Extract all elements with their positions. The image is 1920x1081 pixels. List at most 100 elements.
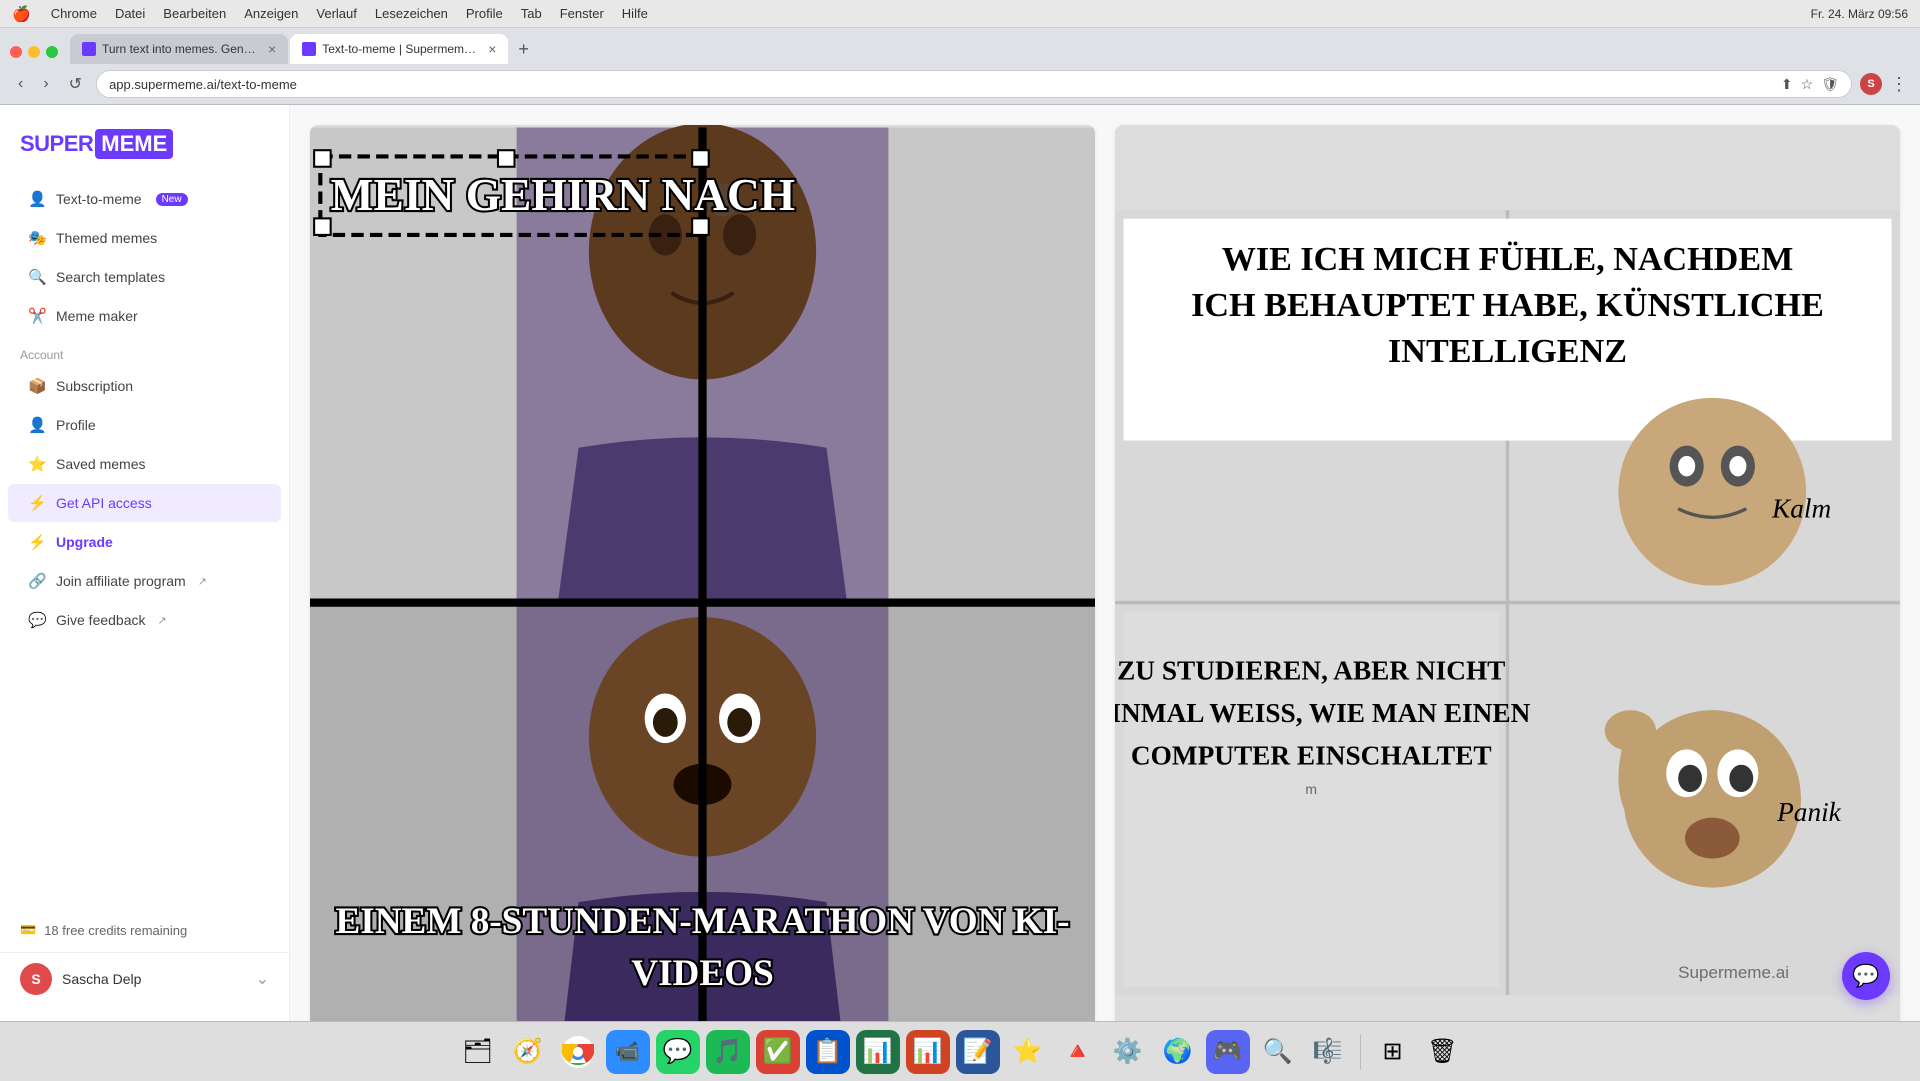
dock-search[interactable]: 🔍 [1256,1030,1300,1074]
svg-text:INTELLIGENZ: INTELLIGENZ [1388,333,1627,370]
menu-bearbeiten[interactable]: Bearbeiten [163,6,226,21]
themed-memes-label: Themed memes [56,230,157,246]
forward-btn[interactable]: › [37,71,54,97]
sidebar-item-get-api[interactable]: ⚡ Get API access [8,484,281,522]
svg-text:EINMAL WEISS, WIE MAN EINEN: EINMAL WEISS, WIE MAN EINEN [1115,698,1531,728]
new-badge: New [156,193,188,206]
dock-discord[interactable]: 🎮 [1206,1030,1250,1074]
meme2-svg: WIE ICH MICH FÜHLE, NACHDEM ICH BEHAUPTE… [1115,125,1900,1021]
svg-text:ᵐ: ᵐ [1305,781,1317,804]
dock-safari[interactable]: 🧭 [506,1030,550,1074]
menu-chrome[interactable]: Chrome [51,6,97,21]
sidebar-item-saved-memes[interactable]: ⭐ Saved memes [8,445,281,483]
extensions-icon[interactable]: ⋮ [1890,74,1908,95]
svg-text:Panik: Panik [1776,797,1842,827]
affiliate-icon: 🔗 [28,572,46,590]
dock-todoist[interactable]: ✅ [756,1030,800,1074]
dock-trello[interactable]: 📋 [806,1030,850,1074]
mac-titlebar: 🍎 Chrome Datei Bearbeiten Anzeigen Verla… [0,0,1920,28]
dock-drive[interactable]: 🔺 [1056,1030,1100,1074]
tab2-close-btn[interactable]: × [488,41,496,57]
svg-text:COMPUTER EINSCHALTET: COMPUTER EINSCHALTET [1131,741,1492,771]
dock-starred[interactable]: ⭐ [1006,1030,1050,1074]
apple-logo-icon[interactable]: 🍎 [12,5,31,23]
reload-btn[interactable]: ↺ [63,70,88,98]
dock-powerpoint[interactable]: 📊 [906,1030,950,1074]
dock-excel[interactable]: 📊 [856,1030,900,1074]
menu-hilfe[interactable]: Hilfe [622,6,648,21]
account-section-label: Account [0,336,289,366]
window-maximize-btn[interactable] [46,46,58,58]
back-btn[interactable]: ‹ [12,71,29,97]
tab1-close-btn[interactable]: × [268,41,276,57]
mac-menu-bar: Chrome Datei Bearbeiten Anzeigen Verlauf… [51,6,648,21]
feedback-external-icon: ↗ [158,614,167,627]
chrome-profile-icon[interactable]: S [1860,73,1882,95]
profile-label: Profile [56,417,96,433]
svg-text:ZU STUDIEREN, ABER NICHT: ZU STUDIEREN, ABER NICHT [1117,655,1505,685]
share-icon[interactable]: ⬆ [1781,76,1793,93]
svg-text:Kalm: Kalm [1771,493,1831,523]
datetime: Fr. 24. März 09:56 [1811,7,1908,21]
window-minimize-btn[interactable] [28,46,40,58]
taskbar: 🗂 🧭 📹 💬 🎵 ✅ 📋 📊 📊 📝 ⭐ 🔺 ⚙️ 🌍 🎮 🔍 🎼 ⊞ 🗑 [0,1021,1920,1081]
sidebar-item-meme-maker[interactable]: ✂️ Meme maker [8,297,281,335]
sidebar-item-subscription[interactable]: 📦 Subscription [8,367,281,405]
svg-text:Supermeme.ai: Supermeme.ai [1678,963,1789,982]
browser-chrome: Turn text into memes. Genera... × Text-t… [0,28,1920,105]
themed-memes-icon: 🎭 [28,229,46,247]
bookmark-icon[interactable]: ☆ [1801,76,1814,93]
get-api-label: Get API access [56,495,152,511]
tab-1[interactable]: Turn text into memes. Genera... × [70,34,288,64]
main-content: MEIN GEHIRN NACH EINEM 8-STUNDEN-MARATHO… [290,105,1920,1021]
dock-word[interactable]: 📝 [956,1030,1000,1074]
dock-trash[interactable]: 🗑 [1421,1030,1465,1074]
new-tab-btn[interactable]: + [510,34,537,64]
menu-profile[interactable]: Profile [466,6,503,21]
user-avatar: S [20,963,52,995]
meme1-image-container[interactable]: MEIN GEHIRN NACH EINEM 8-STUNDEN-MARATHO… [310,125,1095,1021]
menu-fenster[interactable]: Fenster [560,6,604,21]
dock-finder[interactable]: 🗂 [456,1030,500,1074]
dock-zoom[interactable]: 📹 [606,1030,650,1074]
sidebar-item-affiliate[interactable]: 🔗 Join affiliate program ↗ [8,562,281,600]
address-bar[interactable]: app.supermeme.ai/text-to-meme ⬆ ☆ 🛡 [96,70,1852,98]
sidebar-credits: 💳 18 free credits remaining [0,912,289,948]
tab-2[interactable]: Text-to-meme | Supermeme.ai × [290,34,508,64]
sidebar-item-text-to-meme[interactable]: 👤 Text-to-meme New [8,180,281,218]
tab2-title: Text-to-meme | Supermeme.ai [322,42,482,56]
feedback-label: Give feedback [56,612,146,628]
dock-spotify[interactable]: 🎵 [706,1030,750,1074]
chat-bubble-btn[interactable]: 💬 [1842,952,1890,1000]
subscription-icon: 📦 [28,377,46,395]
meme2-image-container[interactable]: WIE ICH MICH FÜHLE, NACHDEM ICH BEHAUPTE… [1115,125,1900,1021]
menu-verlauf[interactable]: Verlauf [316,6,356,21]
dock-chrome[interactable] [556,1030,600,1074]
sidebar-user[interactable]: S Sascha Delp ⌄ [0,952,289,1005]
sidebar: SUPER MEME 👤 Text-to-meme New 🎭 Themed m… [0,105,290,1021]
shield-icon: 🛡 [1821,76,1839,93]
upgrade-label: Upgrade [56,534,113,550]
address-bar-row: ‹ › ↺ app.supermeme.ai/text-to-meme ⬆ ☆ … [0,64,1920,104]
window-close-btn[interactable] [10,46,22,58]
dock-spaces[interactable]: ⊞ [1371,1030,1415,1074]
sidebar-item-upgrade[interactable]: ⚡ Upgrade [8,523,281,561]
menu-lesezeichen[interactable]: Lesezeichen [375,6,448,21]
menu-anzeigen[interactable]: Anzeigen [244,6,298,21]
dock-settings[interactable]: ⚙️ [1106,1030,1150,1074]
dock-music[interactable]: 🎼 [1306,1030,1350,1074]
search-templates-label: Search templates [56,269,165,285]
svg-text:VIDEOS: VIDEOS [631,953,774,994]
affiliate-label: Join affiliate program [56,573,186,589]
sidebar-nav: 👤 Text-to-meme New 🎭 Themed memes 🔍 Sear… [0,179,289,912]
credits-icon: 💳 [20,922,36,938]
menu-datei[interactable]: Datei [115,6,145,21]
dock-browser2[interactable]: 🌍 [1156,1030,1200,1074]
sidebar-item-search-templates[interactable]: 🔍 Search templates [8,258,281,296]
dock-whatsapp[interactable]: 💬 [656,1030,700,1074]
sidebar-item-feedback[interactable]: 💬 Give feedback ↗ [8,601,281,639]
sidebar-item-profile[interactable]: 👤 Profile [8,406,281,444]
meme-card-1: MEIN GEHIRN NACH EINEM 8-STUNDEN-MARATHO… [310,125,1095,1021]
menu-tab[interactable]: Tab [521,6,542,21]
sidebar-item-themed-memes[interactable]: 🎭 Themed memes [8,219,281,257]
